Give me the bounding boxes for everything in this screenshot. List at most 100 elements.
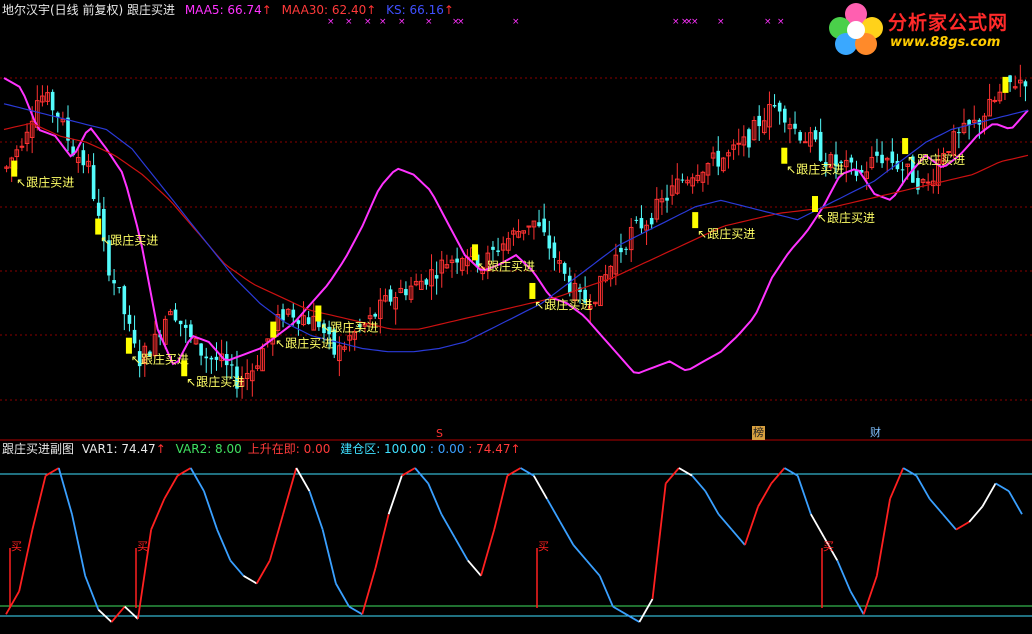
up-arrow-icon: ↑ (510, 442, 521, 456)
oscillator-segment (440, 513, 456, 538)
buy-signal-arrow-icon: ↖ (16, 176, 26, 190)
candle-body (716, 150, 721, 167)
candle-body (957, 132, 961, 134)
oscillator-segment (995, 482, 1010, 492)
candle-body (552, 242, 557, 258)
sub-indicator: 买买买买 (0, 467, 1032, 623)
buy-signal-bar (472, 244, 479, 261)
cross-marker: × (777, 17, 785, 27)
oscillator-segment (875, 498, 891, 576)
buy-signal-bar (315, 305, 322, 322)
candle-body (925, 181, 931, 184)
candle-body (183, 324, 188, 328)
series-line-maa5 (3, 77, 1029, 375)
oscillator-segment (5, 590, 20, 615)
candle-body (424, 279, 429, 285)
oscillator-segment (110, 606, 126, 623)
candle-body (992, 99, 998, 102)
buy-signal-bar (812, 196, 819, 213)
candle-body (112, 280, 116, 284)
oscillator-segment (57, 467, 73, 515)
candle-body (178, 320, 183, 325)
candle-body (665, 197, 669, 201)
oscillator-segment (427, 483, 443, 515)
candle-body (802, 141, 808, 144)
candle-body (772, 104, 777, 107)
buy-signal-label: 跟庄买进 (544, 297, 592, 312)
top-cross-markers: × × × × × × ×× × × ××× × × × (327, 17, 785, 27)
cross-marker: × (425, 17, 433, 27)
logo-title: 分析家公式网 (888, 12, 1009, 34)
oscillator-segment (559, 521, 575, 546)
candle-body (455, 258, 459, 263)
up-arrow-icon: ↑ (261, 3, 272, 17)
chart-title: 地尔汉宇(日线 前复权) 跟庄买进 (2, 3, 175, 17)
oscillator-segment (731, 529, 746, 546)
oscillator-segment (770, 467, 786, 484)
candle-body (296, 320, 301, 324)
buy-signal-arrow-icon: ↖ (131, 353, 141, 367)
oscillator-segment (862, 575, 878, 615)
candle-body (777, 102, 782, 112)
oscillator-segment (810, 513, 825, 538)
candle-body (890, 151, 895, 163)
build-zone-value: 建仓区: 100.00 (340, 442, 427, 456)
oscillator-segment (744, 506, 759, 546)
oscillator-segment (638, 598, 654, 623)
candle-body (624, 248, 628, 250)
oscillator-segment (796, 475, 812, 515)
oscillator-segment (31, 475, 47, 530)
oscillator-segment (784, 467, 799, 477)
chart-canvas: ↖ 跟庄买进↖ 跟庄买进↖ 跟庄买进↖ 跟庄买进↖ 跟庄买进↖ 跟庄买进↖ 跟庄买进↖ 跟庄买进… (0, 17, 1032, 623)
candle-body (619, 247, 623, 253)
cross-marker: × (327, 17, 335, 27)
marker-s: S (436, 427, 443, 440)
oscillator-segment (665, 467, 680, 484)
candle-body (818, 131, 823, 161)
candle-body (173, 309, 178, 321)
var2-value: VAR2: 8.00 (175, 442, 242, 456)
candle-body (634, 219, 639, 221)
oscillator-segment (902, 467, 917, 477)
oscillator-segment (84, 575, 100, 611)
oscillator-segment (189, 467, 205, 492)
oscillator-segment (216, 529, 232, 561)
oscillator-segment (163, 475, 179, 500)
candle-body (204, 356, 209, 359)
oscillator-segment (348, 605, 363, 616)
oscillator-segment (453, 536, 469, 561)
up-arrow-icon: ↑ (155, 442, 166, 456)
buy-annotation-label: 买 (11, 540, 22, 553)
oscillator-segment (849, 590, 865, 615)
oscillator-segment (361, 567, 377, 615)
sub-header: 跟庄买进副图 VAR1: 74.47↑ VAR2: 8.00 上升在即: 0.00… (2, 442, 521, 456)
oscillator-segment (585, 559, 601, 577)
candle-body (491, 246, 495, 250)
candle-body (537, 222, 541, 227)
oscillator-segment (836, 560, 852, 592)
oscillator-segment (401, 467, 416, 477)
candle-body (680, 179, 685, 181)
buy-signal-arrow-icon: ↖ (817, 211, 827, 225)
ks-value: KS: 66.16 (386, 3, 444, 17)
oscillator-segment (625, 613, 640, 623)
buy-signal-label: 跟庄买进 (285, 336, 333, 351)
oscillator-segment (321, 529, 337, 584)
oscillator-segment (229, 559, 245, 577)
buy-signal-bar (270, 321, 277, 338)
buy-signal-arrow-icon: ↖ (477, 259, 487, 273)
site-logo: 分析家公式网 www.88gs.com (824, 2, 1030, 56)
candle-body (757, 115, 761, 127)
buy-signal-arrow-icon: ↖ (275, 337, 285, 351)
buy-signal-label: 跟庄买进 (796, 162, 844, 177)
buy-signal-arrow-icon: ↖ (320, 321, 330, 335)
candle-body (798, 132, 802, 141)
candle-body (132, 329, 137, 344)
oscillator-segment (243, 575, 258, 585)
buy-signal-label: 跟庄买进 (196, 374, 244, 389)
oscillator-segment (968, 505, 984, 523)
candle-body (747, 129, 751, 148)
cross-marker: × (345, 17, 353, 27)
candle-body (783, 108, 787, 123)
up-arrow-icon: ↑ (366, 3, 377, 17)
